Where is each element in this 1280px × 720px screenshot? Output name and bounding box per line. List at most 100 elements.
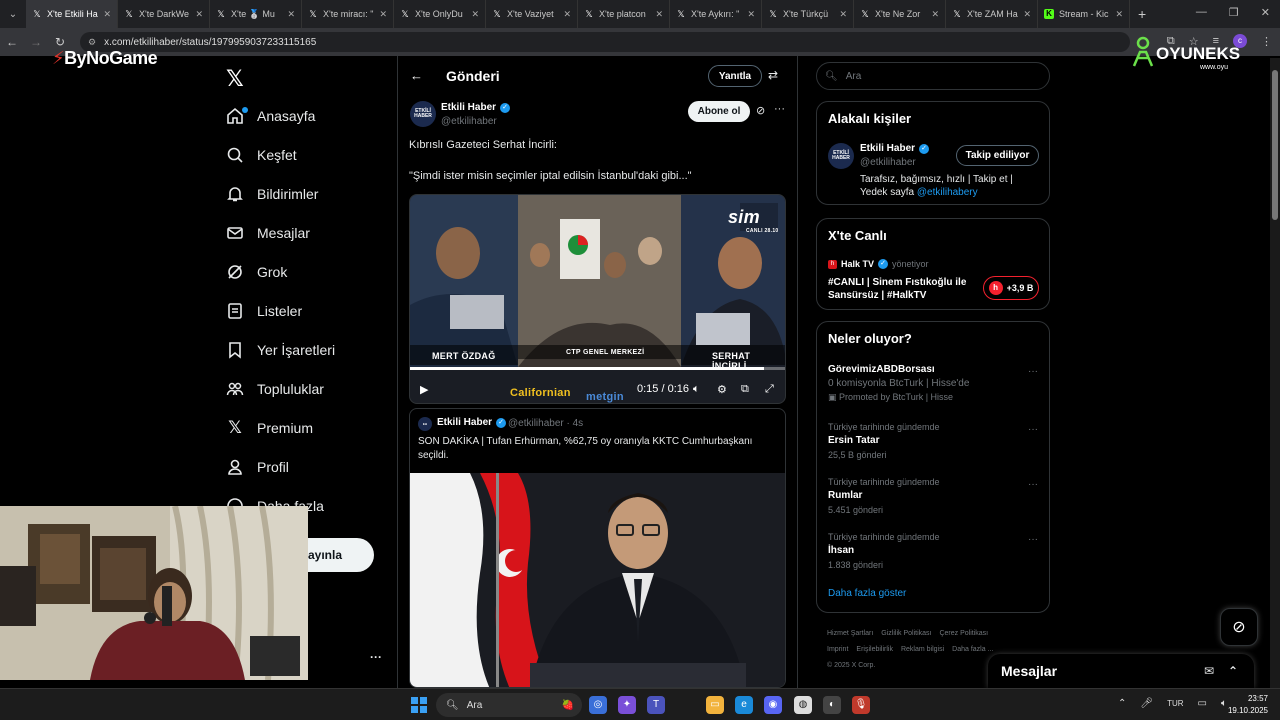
chrome-menu-icon[interactable]: ⋮ [1261, 35, 1272, 48]
nav-home[interactable]: Anasayfa [226, 104, 315, 128]
browser-tab[interactable]: 𝕏 X'te Türkçü ✕ [762, 0, 854, 28]
footer-link[interactable]: Gizlilik Politikası [881, 630, 931, 637]
trend-more-icon[interactable]: ··· [1028, 424, 1038, 435]
trend-more-icon[interactable]: ··· [1028, 534, 1038, 545]
more-options-icon[interactable]: ··· [774, 103, 785, 115]
browser-tab[interactable]: 𝕏 X'te Vaziyet ✕ [486, 0, 578, 28]
following-button[interactable]: Takip ediliyor [956, 145, 1039, 166]
browser-tab[interactable]: K Stream - Kic ✕ [1038, 0, 1130, 28]
close-tab-icon[interactable]: ✕ [1023, 9, 1031, 20]
close-window-icon[interactable]: ✕ [1261, 6, 1270, 19]
reply-button[interactable]: Yanıtla [708, 65, 762, 87]
back-icon[interactable]: ← [0, 35, 24, 49]
trend-item[interactable]: Türkiye tarihinde gündemde İhsan 1.838 g… [828, 532, 1038, 570]
trend-item[interactable]: GörevimizABDBorsası 0 komisyonla BtcTurk… [828, 364, 1038, 403]
settings-icon[interactable]: ⚙ [717, 383, 727, 396]
pip-icon[interactable]: ⧉ [741, 383, 749, 396]
subscribe-button[interactable]: Abone ol [688, 101, 750, 122]
close-tab-icon[interactable]: ✕ [287, 9, 295, 20]
close-tab-icon[interactable]: ✕ [1115, 9, 1123, 20]
browser-tab[interactable]: 𝕏 X'te Ne Zor ✕ [854, 0, 946, 28]
forward-icon[interactable]: → [24, 35, 48, 49]
maximize-icon[interactable]: ❐ [1229, 6, 1239, 19]
trend-item[interactable]: Türkiye tarihinde gündemde Ersin Tatar 2… [828, 422, 1038, 460]
x-logo-icon[interactable]: 𝕏 [226, 66, 244, 92]
video-progress-bar[interactable] [410, 367, 785, 370]
discord-icon[interactable]: ◉ [764, 696, 782, 714]
microphone-icon[interactable]: 🎤︎ [1140, 698, 1153, 709]
fullscreen-icon[interactable]: ⤢ [765, 383, 774, 396]
footer-link[interactable]: Çerez Politikası [939, 630, 988, 637]
grok-explain-icon[interactable]: ⊘ [756, 104, 765, 117]
nav-premium[interactable]: 𝕏 Premium [226, 416, 313, 440]
copilot-icon[interactable]: ◎ [589, 696, 607, 714]
filter-icon[interactable]: ⇄ [768, 68, 778, 82]
minimize-icon[interactable]: — [1196, 6, 1207, 19]
nav-grok[interactable]: Grok [226, 260, 287, 284]
close-tab-icon[interactable]: ✕ [195, 9, 203, 20]
expand-icon[interactable]: ⌃ [1228, 664, 1238, 678]
avatar[interactable]: ETKİLİ HABER [410, 101, 436, 127]
play-icon[interactable]: ▶ [420, 383, 428, 396]
new-tab-icon[interactable]: + [1138, 6, 1146, 22]
browser-tab[interactable]: 𝕏 X'te Etkili Ha ✕ [26, 0, 118, 28]
bio-link[interactable]: @etkilihabery [917, 187, 978, 198]
footer-link[interactable]: Imprint [827, 646, 848, 653]
browser-tab[interactable]: 𝕏 X'te Aykırı: " ✕ [670, 0, 762, 28]
quoted-post[interactable]: EH Etkili Haber ✓ @etkilihaber · 4s SON D… [409, 408, 786, 688]
footer-link[interactable]: Erişilebilirlik [856, 646, 893, 653]
edge-icon[interactable]: e [735, 696, 753, 714]
file-explorer-icon[interactable]: ▭ [706, 696, 724, 714]
footer-link[interactable]: Daha fazla ... [952, 646, 993, 653]
trend-more-icon[interactable]: ··· [1028, 366, 1038, 377]
taskbar-search[interactable]: 🔍︎ Ara 🍓 [436, 693, 582, 717]
nav-profile[interactable]: Profil [226, 455, 289, 479]
account-menu-icon[interactable]: ··· [370, 650, 382, 664]
browser-tab[interactable]: 𝕏 X'te miracı: " ✕ [302, 0, 394, 28]
live-title[interactable]: #CANLI | Sinem Fıstıkoğlu ile Sansürsüz … [828, 276, 976, 302]
trend-more-icon[interactable]: ··· [1028, 479, 1038, 490]
footer-link[interactable]: Hizmet Şartları [827, 630, 873, 637]
obs-icon[interactable]: ◐ [823, 696, 841, 714]
microphone-app-icon[interactable]: 🎙︎ [852, 696, 870, 714]
reload-icon[interactable]: ↻ [48, 35, 72, 49]
nav-communities[interactable]: Topluluklar [226, 377, 324, 401]
related-name[interactable]: Etkili Haber ✓ [860, 143, 930, 154]
trend-item[interactable]: Türkiye tarihinde gündemde Rumlar 5.451 … [828, 477, 1038, 515]
grok-fab-icon[interactable]: ⊘ [1220, 608, 1258, 646]
chrome-icon[interactable]: ◍ [794, 696, 812, 714]
back-arrow-icon[interactable]: ← [410, 68, 423, 83]
close-tab-icon[interactable]: ✕ [931, 9, 939, 20]
close-tab-icon[interactable]: ✕ [471, 9, 479, 20]
teams-icon[interactable]: T [647, 696, 665, 714]
browser-tab[interactable]: 𝕏 X'te ZAM Ha ✕ [946, 0, 1038, 28]
live-host[interactable]: h Halk TV ✓ yönetiyor [828, 259, 929, 269]
language-indicator[interactable]: TUR [1167, 699, 1183, 708]
tray-expand-icon[interactable]: ⌃ [1118, 698, 1126, 709]
windows-start-icon[interactable] [411, 697, 427, 713]
nav-notifications[interactable]: Bildirimler [226, 182, 318, 206]
tab-search-icon[interactable]: ⌄ [0, 0, 26, 28]
address-bar[interactable]: ⚙ x.com/etkilihaber/status/1979959037233… [80, 32, 1130, 52]
site-info-icon[interactable]: ⚙ [88, 37, 96, 48]
browser-tab[interactable]: 𝕏 X'te DarkWe ✕ [118, 0, 210, 28]
live-listeners-badge[interactable]: h +3,9 B [983, 276, 1039, 300]
nav-lists[interactable]: Listeler [226, 299, 302, 323]
close-tab-icon[interactable]: ✕ [563, 9, 571, 20]
close-tab-icon[interactable]: ✕ [379, 9, 387, 20]
page-scrollbar[interactable] [1270, 58, 1280, 688]
browser-tab[interactable]: 𝕏 X'te 🥈 Mu ✕ [210, 0, 302, 28]
new-message-icon[interactable]: ✉ [1204, 664, 1214, 678]
ai-app-icon[interactable]: ✦ [618, 696, 636, 714]
author-name[interactable]: Etkili Haber ✓ [441, 102, 511, 113]
nav-bookmarks[interactable]: Yer İşaretleri [226, 338, 335, 362]
close-tab-icon[interactable]: ✕ [655, 9, 663, 20]
browser-tab[interactable]: 𝕏 X'te platcon ✕ [578, 0, 670, 28]
search-input[interactable]: 🔍︎ Ara [816, 62, 1050, 90]
avatar[interactable]: ETKİLİ HABER [828, 143, 854, 169]
clock[interactable]: 23:57 19.10.2025 [1226, 693, 1268, 717]
close-tab-icon[interactable]: ✕ [103, 9, 111, 20]
nav-messages[interactable]: Mesajlar [226, 221, 310, 245]
footer-link[interactable]: Reklam bilgisi [901, 646, 944, 653]
close-tab-icon[interactable]: ✕ [839, 9, 847, 20]
